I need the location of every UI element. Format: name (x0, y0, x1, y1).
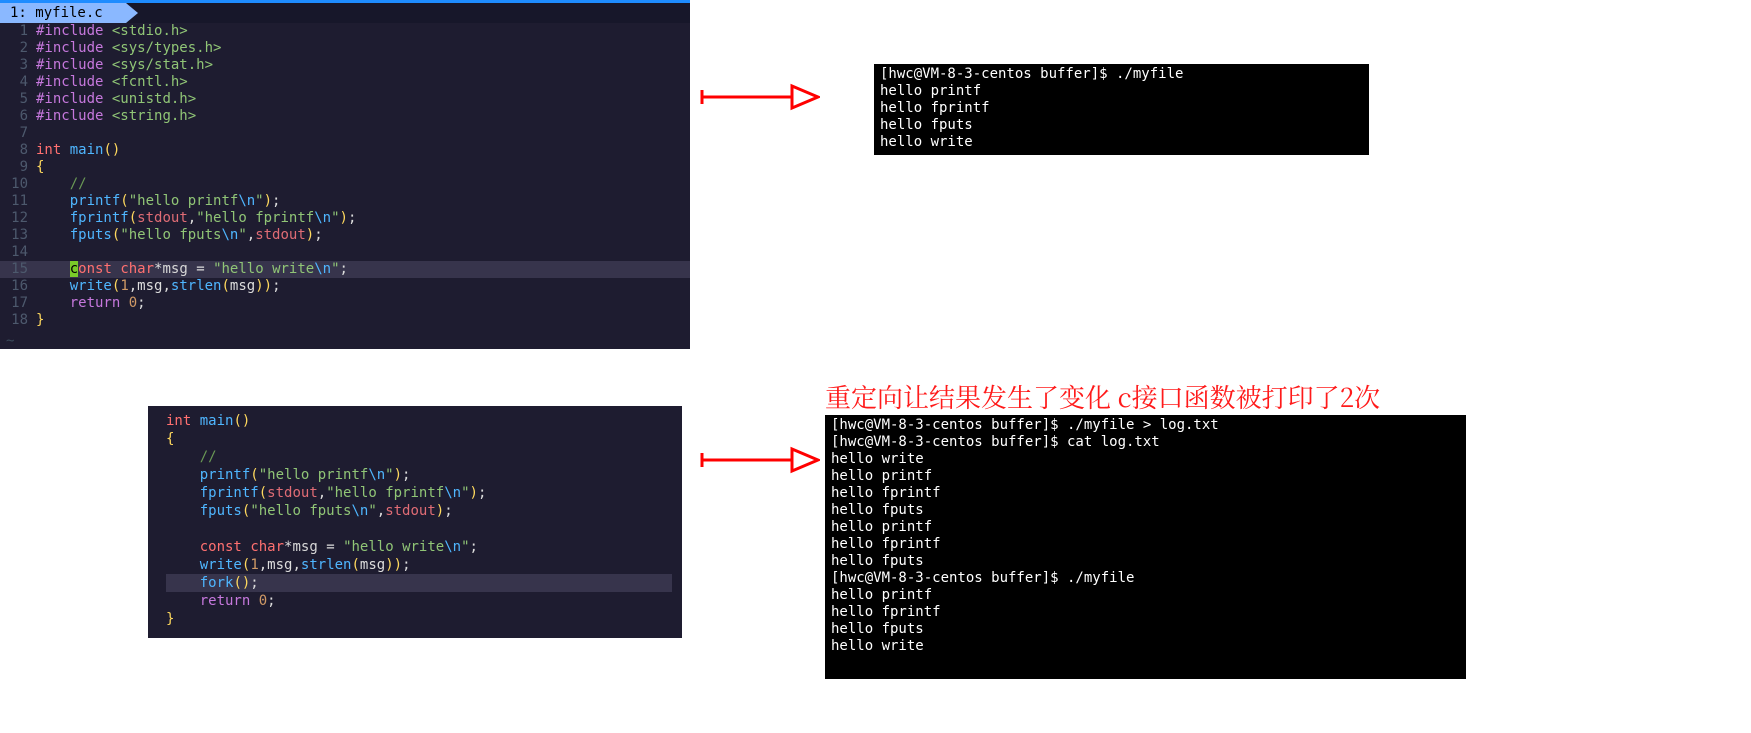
terminal-line: hello printf (831, 587, 1460, 604)
terminal-line: hello write (880, 134, 1363, 151)
line-number: 6 (0, 108, 36, 125)
code-source: fputs("hello fputs\n",stdout); (36, 227, 323, 244)
terminal-line: hello fprintf (880, 100, 1363, 117)
code-source: #include <sys/types.h> (36, 40, 221, 57)
code-line: // (166, 448, 672, 466)
line-number: 9 (0, 159, 36, 176)
terminal-line: hello write (831, 638, 1460, 655)
code-line: 5#include <unistd.h> (0, 91, 690, 108)
terminal-line: hello fprintf (831, 485, 1460, 502)
line-number: 16 (0, 278, 36, 295)
terminal-output-bottom: [hwc@VM-8-3-centos buffer]$ ./myfile > l… (825, 415, 1466, 679)
terminal-line: hello fputs (831, 553, 1460, 570)
code-line: 1#include <stdio.h> (0, 23, 690, 40)
code-line: 3#include <sys/stat.h> (0, 57, 690, 74)
editor-tab-row: 1: myfile.c (0, 3, 690, 23)
code-line: 7 (0, 125, 690, 142)
code-line: return 0; (166, 592, 672, 610)
line-number: 4 (0, 74, 36, 91)
code-source: #include <unistd.h> (36, 91, 196, 108)
code-source: return 0; (36, 295, 146, 312)
terminal-line: [hwc@VM-8-3-centos buffer]$ ./myfile (880, 66, 1363, 83)
code-line: fork(); (166, 574, 672, 592)
code-line: 17 return 0; (0, 295, 690, 312)
arrow-icon (700, 82, 820, 112)
code-line: 8int main() (0, 142, 690, 159)
code-line: 10 // (0, 176, 690, 193)
terminal-line: hello fputs (880, 117, 1363, 134)
line-number: 1 (0, 23, 36, 40)
code-line: 6#include <string.h> (0, 108, 690, 125)
code-line: fputs("hello fputs\n",stdout); (166, 502, 672, 520)
code-editor-main: 1: myfile.c 1#include <stdio.h>2#include… (0, 0, 690, 349)
line-number: 18 (0, 312, 36, 329)
code-source: fprintf(stdout,"hello fprintf\n"); (36, 210, 356, 227)
code-editor-snippet: int main(){ // printf("hello printf\n");… (148, 406, 682, 638)
code-line: fprintf(stdout,"hello fprintf\n"); (166, 484, 672, 502)
terminal-line: [hwc@VM-8-3-centos buffer]$ ./myfile > l… (831, 417, 1460, 434)
annotation-text: 重定向让结果发生了变化 c接口函数被打印了2次 (825, 378, 1380, 415)
terminal-line: hello write (831, 451, 1460, 468)
code-line: 18} (0, 312, 690, 329)
code-source: printf("hello printf\n"); (36, 193, 280, 210)
line-number: 15 (0, 261, 36, 278)
terminal-line: hello printf (831, 468, 1460, 485)
code-line: 13 fputs("hello fputs\n",stdout); (0, 227, 690, 244)
code-line (166, 520, 672, 538)
code-line: 11 printf("hello printf\n"); (0, 193, 690, 210)
line-number: 5 (0, 91, 36, 108)
terminal-output-top: [hwc@VM-8-3-centos buffer]$ ./myfilehell… (874, 64, 1369, 155)
editor-tilde: ~ (0, 333, 690, 349)
terminal-line: hello printf (831, 519, 1460, 536)
code-line: 4#include <fcntl.h> (0, 74, 690, 91)
line-number: 3 (0, 57, 36, 74)
terminal-line: hello fprintf (831, 536, 1460, 553)
terminal-line: hello fprintf (831, 604, 1460, 621)
line-number: 8 (0, 142, 36, 159)
code-line: 15 const char*msg = "hello write\n"; (0, 261, 690, 278)
code-line: 2#include <sys/types.h> (0, 40, 690, 57)
line-number: 10 (0, 176, 36, 193)
code-source: } (36, 312, 44, 329)
line-number: 7 (0, 125, 36, 142)
line-number: 2 (0, 40, 36, 57)
code-line: 12 fprintf(stdout,"hello fprintf\n"); (0, 210, 690, 227)
code-line: 16 write(1,msg,strlen(msg)); (0, 278, 690, 295)
line-number: 11 (0, 193, 36, 210)
arrow-icon (700, 445, 820, 475)
terminal-line: hello fputs (831, 621, 1460, 638)
line-number: 12 (0, 210, 36, 227)
terminal-line: hello printf (880, 83, 1363, 100)
code-line: write(1,msg,strlen(msg)); (166, 556, 672, 574)
code-line: } (166, 610, 672, 628)
editor-tab-active[interactable]: 1: myfile.c (0, 3, 138, 23)
terminal-line: [hwc@VM-8-3-centos buffer]$ cat log.txt (831, 434, 1460, 451)
line-number: 14 (0, 244, 36, 261)
code-line: 14 (0, 244, 690, 261)
code-source: { (36, 159, 44, 176)
code-source: #include <sys/stat.h> (36, 57, 213, 74)
code-source: int main() (36, 142, 120, 159)
terminal-line: [hwc@VM-8-3-centos buffer]$ ./myfile (831, 570, 1460, 587)
code-source: #include <string.h> (36, 108, 196, 125)
code-line: { (166, 430, 672, 448)
code-line: const char*msg = "hello write\n"; (166, 538, 672, 556)
code-line: printf("hello printf\n"); (166, 466, 672, 484)
code-source: write(1,msg,strlen(msg)); (36, 278, 281, 295)
line-number: 13 (0, 227, 36, 244)
code-line: 9{ (0, 159, 690, 176)
code-area[interactable]: 1#include <stdio.h>2#include <sys/types.… (0, 23, 690, 333)
code-source: // (36, 176, 87, 193)
line-number: 17 (0, 295, 36, 312)
code-source: #include <fcntl.h> (36, 74, 188, 91)
code-source: #include <stdio.h> (36, 23, 188, 40)
code-source: const char*msg = "hello write\n"; (36, 261, 348, 278)
terminal-line: hello fputs (831, 502, 1460, 519)
code-line: int main() (166, 412, 672, 430)
